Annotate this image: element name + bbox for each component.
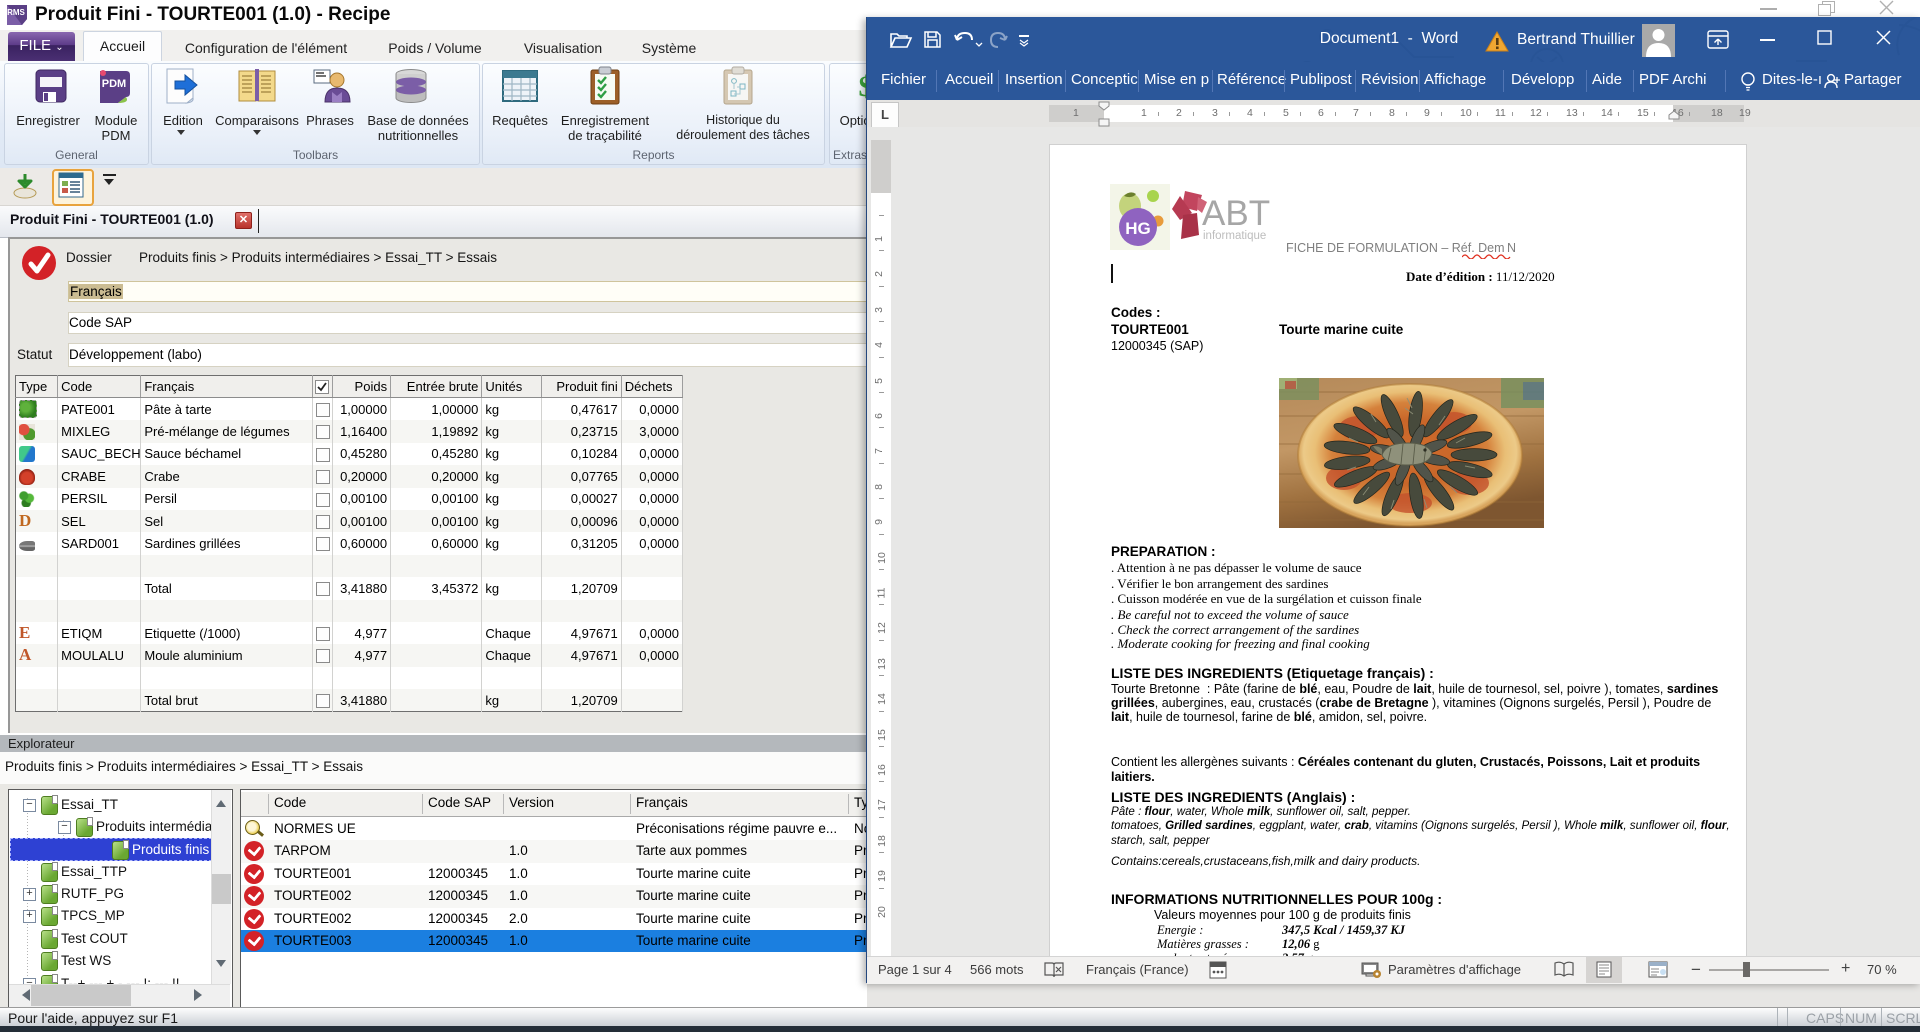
svg-text:informatique: informatique [1203,230,1266,242]
svg-text:PDM: PDM [102,78,126,90]
svg-text:ABT: ABT [1202,194,1270,233]
svg-text:HG: HG [1125,219,1151,238]
svg-text:RMS: RMS [7,8,25,17]
